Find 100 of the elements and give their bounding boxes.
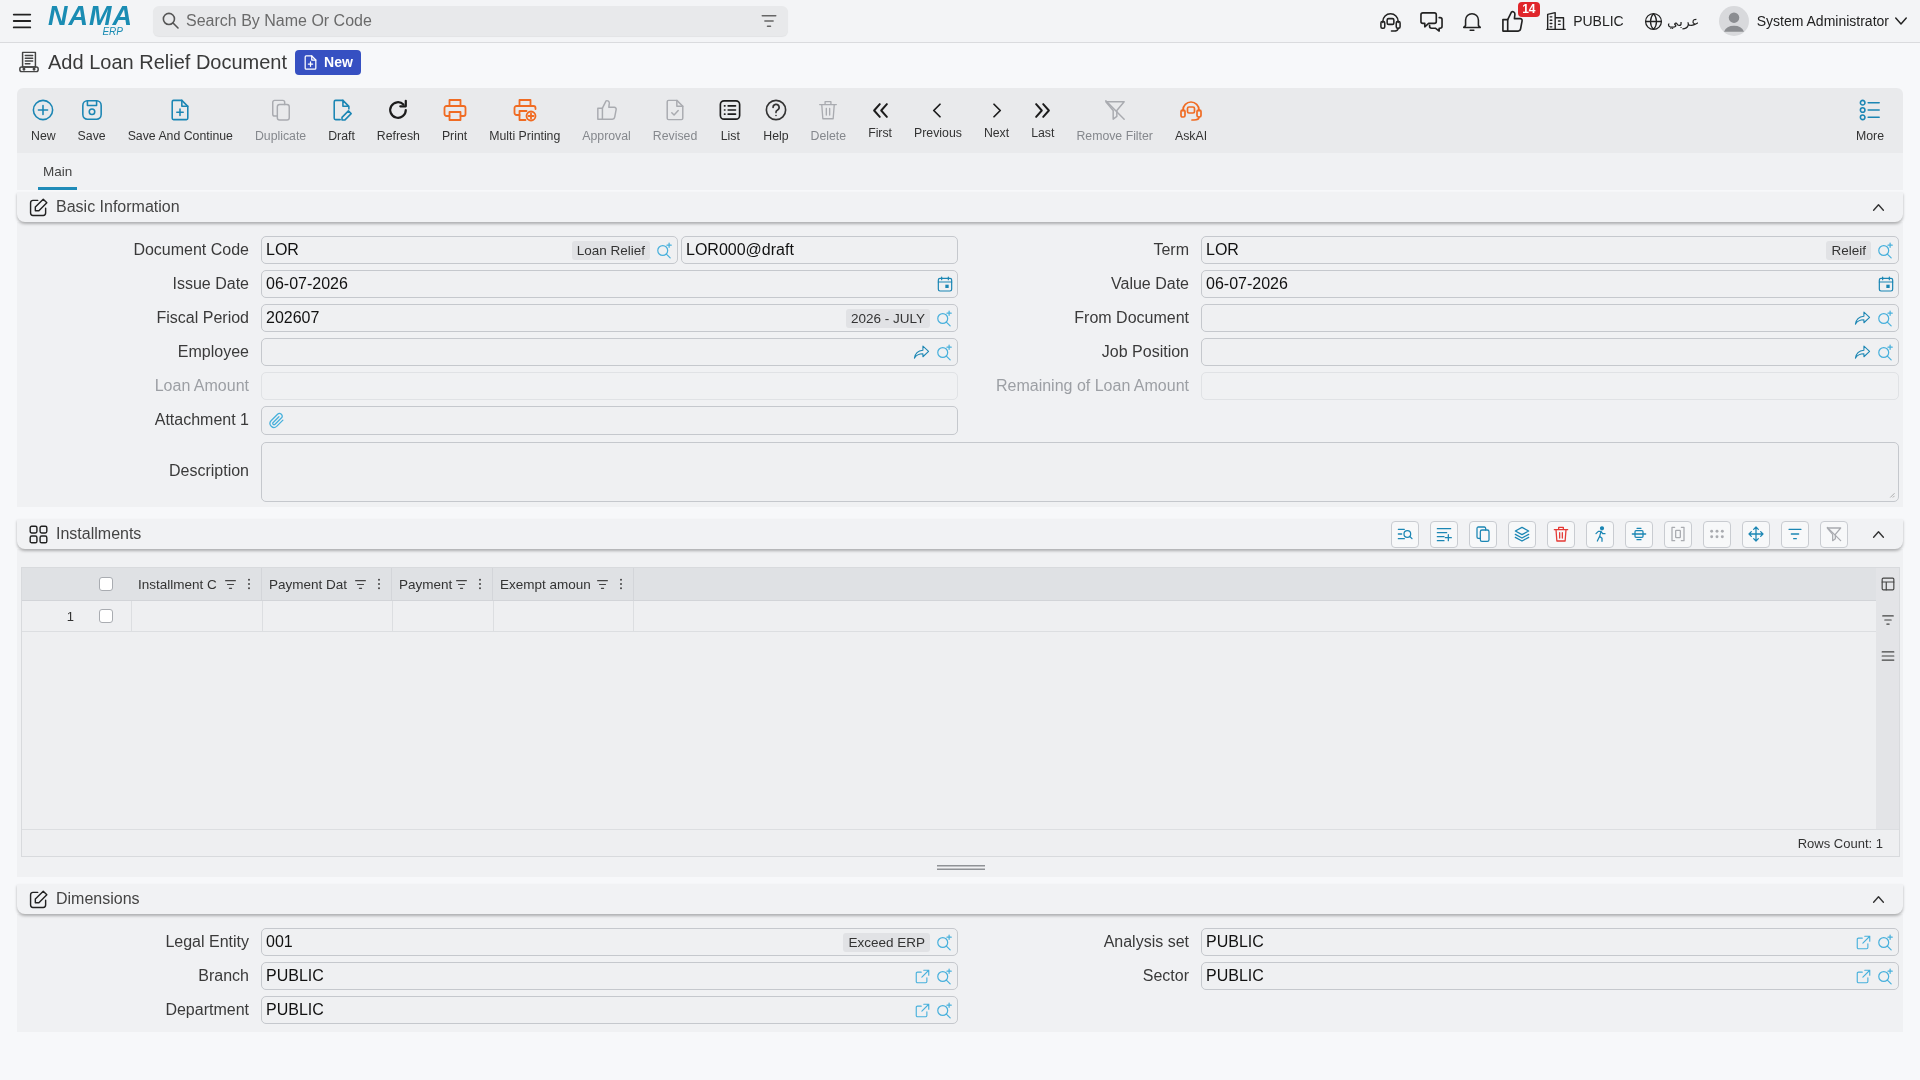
headset-icon: [1179, 98, 1204, 122]
print-button[interactable]: Print: [430, 88, 479, 153]
calendar-icon[interactable]: [1878, 276, 1894, 292]
company-button[interactable]: PUBLIC: [1546, 11, 1624, 31]
ask-ai-button[interactable]: AskAI: [1163, 88, 1219, 153]
table-layout-icon[interactable]: [1880, 577, 1895, 591]
save-and-continue-button[interactable]: Save And Continue: [116, 88, 244, 153]
table-cell[interactable]: [493, 601, 634, 631]
filter-icon[interactable]: [455, 577, 468, 591]
lookup-search-icon[interactable]: [936, 933, 953, 951]
lookup-field[interactable]: LOR Loan Relief: [261, 236, 678, 264]
lookup-field[interactable]: PUBLIC: [1201, 928, 1899, 956]
lookup-search-icon[interactable]: [936, 343, 953, 361]
copy-icon: [1475, 526, 1491, 542]
section-title: Dimensions: [56, 890, 140, 908]
lookup-field[interactable]: 001 Exceed ERP: [261, 928, 958, 956]
lookup-search-icon[interactable]: [1877, 241, 1894, 259]
thumbs-up-icon[interactable]: [1501, 9, 1525, 33]
next-button[interactable]: Next: [972, 88, 1021, 153]
field-label: Term: [1152, 241, 1189, 259]
share-arrow-icon[interactable]: [1854, 309, 1871, 327]
filter-icon[interactable]: [354, 577, 367, 591]
filter-icon[interactable]: [760, 12, 778, 30]
previous-button[interactable]: Previous: [903, 88, 973, 153]
date-field[interactable]: 06-07-2026: [261, 270, 958, 298]
search-field[interactable]: Search By Name Or Code: [153, 6, 788, 36]
external-link-icon[interactable]: [1856, 934, 1871, 950]
checkbox[interactable]: [99, 609, 113, 623]
document-plus-icon: [303, 54, 319, 70]
filter-icon[interactable]: [224, 577, 237, 591]
drag-handle-icon[interactable]: [936, 864, 985, 870]
save-button[interactable]: Save: [66, 88, 117, 153]
code-field[interactable]: LOR000@draft: [681, 236, 958, 264]
description-field[interactable]: [261, 442, 1899, 502]
move-button[interactable]: [1742, 520, 1770, 548]
user-menu-button[interactable]: System Administrator: [1718, 6, 1908, 36]
lookup-field[interactable]: PUBLIC: [1201, 962, 1899, 990]
menu-lines-icon[interactable]: [1880, 649, 1895, 663]
layers-button[interactable]: [1508, 520, 1536, 548]
lookup-search-icon[interactable]: [936, 967, 953, 985]
lookup-search-icon[interactable]: [656, 241, 673, 259]
list-button[interactable]: List: [708, 88, 753, 153]
chat-icon[interactable]: [1420, 9, 1444, 33]
search-rows-button[interactable]: [1391, 520, 1419, 548]
add-row-button[interactable]: [1430, 520, 1458, 548]
lookup-search-icon[interactable]: [936, 1001, 953, 1019]
lookup-search-icon[interactable]: [1877, 967, 1894, 985]
share-arrow-icon[interactable]: [1854, 343, 1871, 361]
logo[interactable]: NAMA ERP: [48, 5, 133, 37]
lookup-search-icon[interactable]: [1877, 309, 1894, 327]
lookup-field[interactable]: LOR Releif: [1201, 236, 1899, 264]
draft-button[interactable]: Draft: [317, 88, 366, 153]
filter-button[interactable]: [1781, 520, 1809, 548]
frame-button[interactable]: [1625, 520, 1653, 548]
more-button[interactable]: More: [1844, 88, 1895, 153]
delete-row-button[interactable]: [1547, 520, 1575, 548]
column-header: Payment Dat: [269, 576, 348, 592]
lookup-search-icon[interactable]: [936, 309, 953, 327]
bell-icon[interactable]: [1461, 10, 1484, 32]
new-button[interactable]: New: [20, 88, 67, 153]
copy-rows-button[interactable]: [1469, 520, 1497, 548]
section-title: Basic Information: [56, 198, 180, 216]
receipt-icon: [18, 51, 40, 73]
share-arrow-icon[interactable]: [913, 343, 930, 361]
refresh-button[interactable]: Refresh: [365, 88, 431, 153]
lookup-search-icon[interactable]: [1877, 343, 1894, 361]
paperclip-icon[interactable]: [268, 412, 285, 429]
date-field[interactable]: 06-07-2026: [1201, 270, 1899, 298]
filter-icon[interactable]: [596, 577, 609, 591]
lookup-field[interactable]: [261, 338, 958, 366]
trash-icon: [818, 100, 839, 120]
list-icon: [719, 99, 742, 121]
printer-icon: [442, 98, 467, 122]
multi-printing-button[interactable]: Multi Printing: [478, 88, 572, 153]
filter-icon: [1787, 526, 1803, 542]
lookup-field[interactable]: 202607 2026 - JULY: [261, 304, 958, 332]
field-label: Job Position: [1100, 343, 1189, 361]
attachment-field[interactable]: [261, 406, 958, 435]
field-label: Department: [164, 1001, 249, 1019]
calendar-icon[interactable]: [937, 276, 953, 292]
external-link-icon[interactable]: [915, 968, 930, 984]
filter-off-icon: [1826, 526, 1842, 542]
filter-icon[interactable]: [1880, 613, 1895, 627]
lookup-field[interactable]: [1201, 338, 1899, 366]
thumbs-up-icon: [595, 99, 618, 121]
checkbox[interactable]: [99, 577, 113, 591]
lookup-search-icon[interactable]: [1877, 933, 1894, 951]
language-button[interactable]: عربي: [1643, 11, 1699, 31]
rows-count: Rows Count: 1: [1797, 835, 1883, 851]
lookup-field[interactable]: PUBLIC: [261, 962, 958, 990]
first-button[interactable]: First: [857, 88, 904, 153]
field-label: Document Code: [132, 241, 249, 259]
run-button[interactable]: [1586, 520, 1614, 548]
external-link-icon[interactable]: [915, 1002, 930, 1018]
field-label: From Document: [1073, 309, 1189, 327]
last-button[interactable]: Last: [1020, 88, 1066, 153]
lookup-field[interactable]: PUBLIC: [261, 996, 958, 1024]
lookup-field[interactable]: [1201, 304, 1899, 332]
help-button[interactable]: Help: [752, 88, 800, 153]
external-link-icon[interactable]: [1856, 968, 1871, 984]
